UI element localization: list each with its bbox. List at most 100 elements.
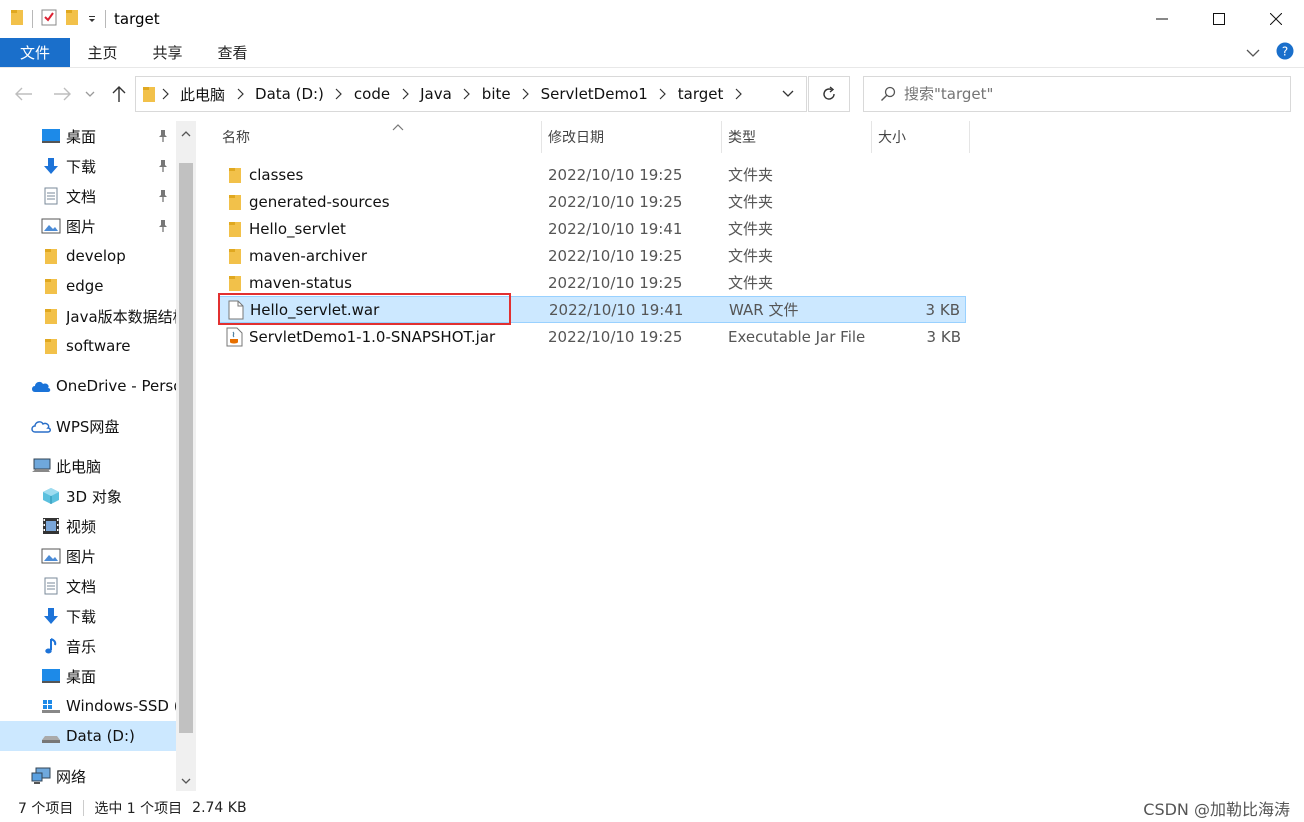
chevron-right-icon [237, 88, 244, 100]
sidebar-item-java-ds[interactable]: Java版本数据结构 [0, 301, 176, 331]
address-dropdown-button[interactable] [770, 77, 806, 111]
pin-icon[interactable] [156, 159, 170, 173]
scrollbar-thumb[interactable] [179, 163, 193, 733]
file-name: Hello_servlet [249, 219, 346, 238]
sidebar-item-label: 桌面 [66, 127, 97, 146]
breadcrumb-servletdemo1[interactable]: ServletDemo1 [535, 85, 654, 103]
table-row[interactable]: Hello_servlet 2022/10/10 19:41 文件夹 [218, 215, 966, 242]
maximize-button[interactable] [1190, 0, 1247, 38]
column-header-size[interactable]: 大小 [872, 121, 970, 153]
status-selected-count: 选中 1 个项目 [94, 800, 183, 817]
sidebar-item-pictures-pinned[interactable]: 图片 [0, 211, 176, 241]
properties-icon[interactable] [41, 8, 57, 30]
close-button[interactable] [1247, 0, 1304, 38]
sort-ascending-icon [392, 119, 404, 135]
breadcrumb-data-drive[interactable]: Data (D:) [249, 85, 330, 103]
new-folder-icon[interactable] [65, 8, 79, 30]
chevron-right-icon [402, 88, 409, 100]
file-type: 文件夹 [728, 274, 774, 292]
file-date: 2022/10/10 19:25 [548, 192, 683, 211]
drive-icon [40, 725, 62, 747]
sidebar-item-label: 3D 对象 [66, 487, 122, 506]
table-row[interactable]: generated-sources 2022/10/10 19:25 文件夹 [218, 188, 966, 215]
search-box[interactable] [863, 76, 1291, 112]
scroll-down-button[interactable] [176, 771, 196, 791]
table-row[interactable]: maven-archiver 2022/10/10 19:25 文件夹 [218, 242, 966, 269]
breadcrumb-this-pc[interactable]: 此电脑 [174, 84, 231, 105]
close-icon [1269, 13, 1282, 25]
sidebar-item-data-drive[interactable]: Data (D:) [0, 721, 176, 751]
breadcrumb-java[interactable]: Java [414, 85, 458, 103]
column-header-date[interactable]: 修改日期 [542, 121, 722, 153]
chevron-down-icon [85, 91, 95, 97]
breadcrumb-bite[interactable]: bite [476, 85, 517, 103]
pin-icon[interactable] [156, 129, 170, 143]
breadcrumb-separator[interactable] [458, 88, 476, 100]
download-icon [40, 155, 62, 177]
sidebar-item-edge[interactable]: edge [0, 271, 176, 301]
file-date: 2022/10/10 19:41 [548, 219, 683, 238]
column-header-label: 类型 [728, 130, 756, 146]
minimize-button[interactable] [1133, 0, 1190, 38]
search-input[interactable] [904, 85, 1264, 103]
pin-icon[interactable] [156, 189, 170, 203]
sidebar-item-wps-cloud[interactable]: WPS网盘 [0, 411, 176, 441]
file-size: 3 KB [926, 327, 961, 346]
customize-dropdown-icon[interactable] [87, 10, 97, 28]
help-icon: ? [1276, 42, 1294, 60]
scroll-up-button[interactable] [176, 123, 196, 143]
window-title: target [114, 10, 160, 28]
sidebar-item-desktop[interactable]: 桌面 [0, 661, 176, 691]
back-button[interactable] [10, 80, 38, 108]
ribbon-tabs: 文件 主页 共享 查看 ? [0, 38, 1304, 68]
sidebar-item-develop[interactable]: develop [0, 241, 176, 271]
pin-icon[interactable] [156, 219, 170, 233]
table-row[interactable]: ServletDemo1-1.0-SNAPSHOT.jar 2022/10/10… [218, 323, 966, 350]
tab-home[interactable]: 主页 [70, 38, 135, 67]
sidebar-item-network[interactable]: 网络 [0, 761, 176, 791]
tab-file[interactable]: 文件 [0, 38, 70, 67]
table-row[interactable]: classes 2022/10/10 19:25 文件夹 [218, 161, 966, 188]
sidebar-item-desktop-pinned[interactable]: 桌面 [0, 121, 176, 151]
sidebar-item-documents-pinned[interactable]: 文档 [0, 181, 176, 211]
column-header-name[interactable]: 名称 [216, 121, 542, 153]
breadcrumb-separator[interactable] [654, 88, 672, 100]
refresh-button[interactable] [808, 76, 850, 112]
breadcrumb-separator[interactable] [729, 88, 747, 100]
breadcrumb-separator[interactable] [517, 88, 535, 100]
sidebar-item-windows-ssd[interactable]: Windows-SSD (C:) [0, 691, 176, 721]
table-row-selected[interactable]: Hello_servlet.war 2022/10/10 19:41 WAR 文… [218, 296, 966, 323]
sidebar-item-documents[interactable]: 文档 [0, 571, 176, 601]
sidebar-item-onedrive[interactable]: OneDrive - Personal [0, 371, 176, 401]
sidebar-item-label: Windows-SSD (C:) [66, 697, 176, 715]
sidebar-item-music[interactable]: 音乐 [0, 631, 176, 661]
breadcrumb-separator[interactable] [156, 88, 174, 100]
expand-ribbon-button[interactable] [1246, 44, 1260, 62]
breadcrumb-target[interactable]: target [672, 85, 730, 103]
table-row[interactable]: maven-status 2022/10/10 19:25 文件夹 [218, 269, 966, 296]
recent-locations-button[interactable] [80, 80, 100, 108]
breadcrumb-separator[interactable] [231, 88, 249, 100]
breadcrumb-code[interactable]: code [348, 85, 396, 103]
breadcrumb-separator[interactable] [330, 88, 348, 100]
up-button[interactable] [105, 80, 133, 108]
sidebar-item-downloads-pinned[interactable]: 下载 [0, 151, 176, 181]
tab-view[interactable]: 查看 [200, 38, 265, 67]
sidebar-item-software[interactable]: software [0, 331, 176, 361]
sidebar-item-pictures[interactable]: 图片 [0, 541, 176, 571]
sidebar-item-label: develop [66, 247, 126, 265]
forward-button[interactable] [48, 80, 76, 108]
status-bar: 7 个项目 选中 1 个项目 2.74 KB [0, 793, 1304, 822]
address-bar[interactable]: 此电脑 Data (D:) code Java bite ServletDemo… [135, 76, 807, 112]
breadcrumb-separator[interactable] [396, 88, 414, 100]
column-header-type[interactable]: 类型 [722, 121, 872, 153]
sidebar-scrollbar[interactable] [176, 121, 196, 791]
svg-text:?: ? [1282, 45, 1288, 59]
sidebar-item-this-pc[interactable]: 此电脑 [0, 451, 176, 481]
tab-share[interactable]: 共享 [135, 38, 200, 67]
sidebar-item-3d-objects[interactable]: 3D 对象 [0, 481, 176, 511]
sidebar-item-label: 网络 [56, 767, 87, 786]
help-button[interactable]: ? [1276, 42, 1294, 64]
sidebar-item-downloads[interactable]: 下载 [0, 601, 176, 631]
sidebar-item-videos[interactable]: 视频 [0, 511, 176, 541]
